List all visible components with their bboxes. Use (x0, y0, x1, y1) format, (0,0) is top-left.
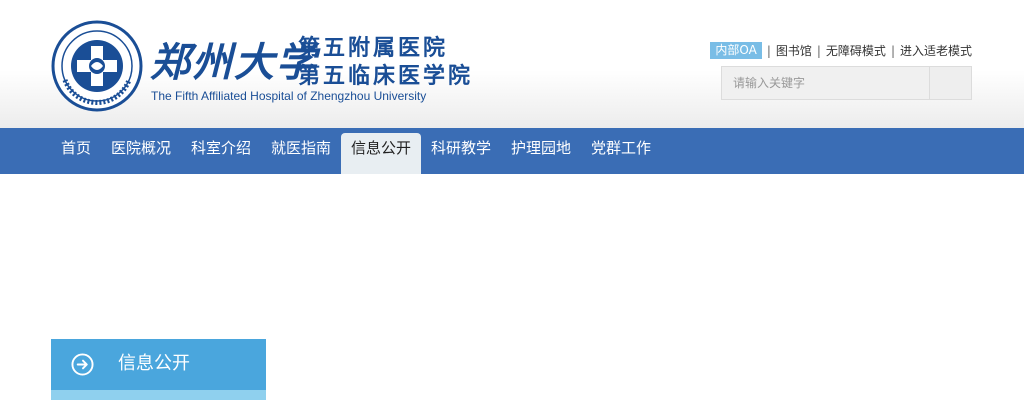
library-link[interactable]: 图书馆 (776, 42, 812, 59)
nav-item-research[interactable]: 科研教学 (421, 133, 501, 174)
site-header: 郑州大学 第五附属医院 第五临床医学院 The Fifth Affiliated… (0, 0, 1024, 128)
search-button[interactable] (929, 67, 971, 99)
sidebar-title: 信息公开 (51, 339, 266, 390)
sidebar-title-label: 信息公开 (118, 353, 190, 374)
search-box (721, 66, 972, 100)
elderly-mode-link[interactable]: 进入适老模式 (900, 42, 972, 59)
main-nav: 首页 医院概况 科室介绍 就医指南 信息公开 科研教学 护理园地 党群工作 (0, 128, 1024, 174)
college-name-cn: 第五临床医学院 (298, 64, 474, 89)
divider: | (816, 43, 821, 58)
sidebar-menu-top (51, 390, 266, 400)
nav-item-home[interactable]: 首页 (51, 133, 101, 174)
divider: | (890, 43, 895, 58)
nav-item-party[interactable]: 党群工作 (581, 133, 661, 174)
nav-item-nursing[interactable]: 护理园地 (501, 133, 581, 174)
accessible-mode-link[interactable]: 无障碍模式 (826, 42, 886, 59)
hospital-seal-logo[interactable] (51, 20, 143, 112)
nav-item-info-disclosure[interactable]: 信息公开 (341, 133, 422, 174)
nav-item-guide[interactable]: 就医指南 (261, 133, 341, 174)
hospital-name-en: The Fifth Affiliated Hospital of Zhengzh… (151, 89, 427, 103)
top-links: 内部OA | 图书馆 | 无障碍模式 | 进入适老模式 (710, 42, 972, 59)
university-calligraphy-logo: 郑州大学 (150, 39, 318, 86)
nav-item-overview[interactable]: 医院概况 (101, 133, 181, 174)
arrow-right-circle-icon (71, 353, 94, 376)
search-input[interactable] (722, 67, 929, 99)
nav-item-departments[interactable]: 科室介绍 (181, 133, 261, 174)
internal-oa-link[interactable]: 内部OA (710, 42, 762, 59)
divider: | (766, 43, 771, 58)
